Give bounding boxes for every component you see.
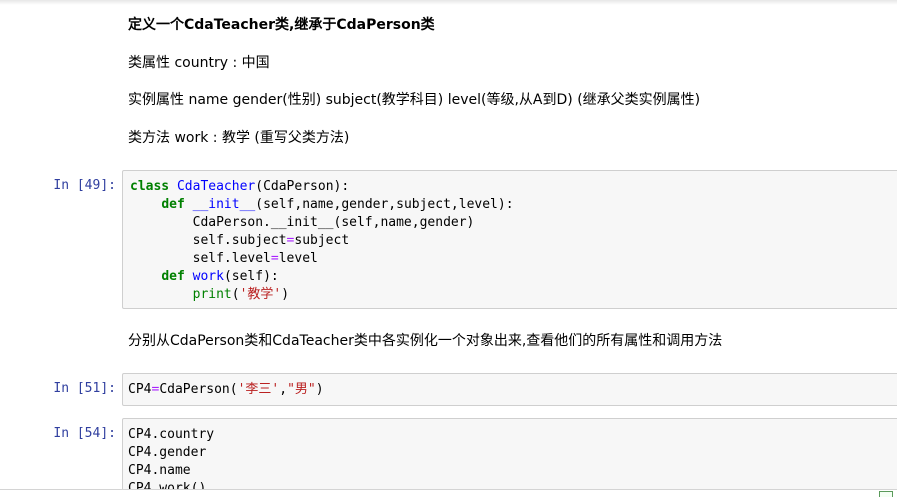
code-token: = bbox=[270, 251, 279, 266]
code-line: print('教学') bbox=[130, 286, 897, 304]
code-token: ( bbox=[231, 287, 240, 302]
code-token: '李三' bbox=[237, 382, 280, 397]
notebook-container: 定义一个CdaTeacher类,继承于CdaPerson类 类属性 countr… bbox=[0, 0, 897, 497]
code-line: CP4.country bbox=[128, 426, 897, 444]
code-token: print bbox=[192, 287, 232, 302]
code-token: (CdaPerson): bbox=[255, 179, 350, 194]
code-token: CdaPerson.__init__(self,name,gender) bbox=[130, 215, 475, 230]
code-line: def __init__(self,name,gender,subject,le… bbox=[130, 196, 897, 214]
code-line: self.subject=subject bbox=[130, 232, 897, 250]
code-token: , bbox=[279, 382, 288, 397]
code-line: def work(self): bbox=[130, 268, 897, 286]
code-token: def bbox=[161, 269, 185, 284]
header-shadow bbox=[0, 0, 897, 5]
code-cell-49[interactable]: class CdaTeacher(CdaPerson): def __init_… bbox=[122, 170, 897, 309]
code-line: self.level=level bbox=[130, 250, 897, 268]
markdown-class-method: 类方法 work : 教学 (重写父类方法) bbox=[128, 130, 350, 146]
code-token: self.level bbox=[130, 251, 271, 266]
code-editor-51[interactable]: CP4=CdaPerson('李三',"男") bbox=[128, 381, 897, 399]
code-token: '教学' bbox=[239, 287, 282, 302]
markdown-heading: 定义一个CdaTeacher类,继承于CdaPerson类 bbox=[128, 16, 435, 34]
code-token: self.subject bbox=[130, 233, 287, 248]
code-token: CdaTeacher bbox=[176, 179, 256, 194]
bottom-status-bar bbox=[0, 489, 897, 497]
code-cell-51[interactable]: CP4=CdaPerson('李三',"男") bbox=[122, 373, 897, 406]
code-token: __init__ bbox=[192, 197, 256, 212]
markdown-instantiate-note: 分别从CdaPerson类和CdaTeacher类中各实例化一个对象出来,查看他… bbox=[128, 333, 723, 349]
code-token: CP4.gender bbox=[128, 445, 207, 460]
code-token: work bbox=[192, 269, 224, 284]
code-token: CP4.name bbox=[128, 463, 191, 478]
code-token: level bbox=[278, 251, 318, 266]
code-token: "男" bbox=[287, 382, 316, 397]
code-line: CP4=CdaPerson('李三',"男") bbox=[128, 381, 897, 399]
heading-text: 定义一个CdaTeacher类,继承于CdaPerson类 bbox=[128, 17, 435, 33]
input-prompt-51: In [51]: bbox=[53, 381, 116, 396]
code-token: ) bbox=[281, 287, 290, 302]
code-token: (self): bbox=[223, 269, 279, 284]
code-line: CdaPerson.__init__(self,name,gender) bbox=[130, 214, 897, 232]
code-token: subject bbox=[294, 233, 350, 248]
markdown-class-attribute: 类属性 country : 中国 bbox=[128, 55, 270, 71]
code-editor-49[interactable]: class CdaTeacher(CdaPerson): def __init_… bbox=[130, 178, 897, 304]
code-token: ) bbox=[315, 382, 324, 397]
code-token: CdaPerson( bbox=[159, 382, 238, 397]
code-token: class bbox=[130, 179, 170, 194]
code-line: CP4.gender bbox=[128, 444, 897, 462]
code-cell-54[interactable]: CP4.countryCP4.genderCP4.nameCP4.work() bbox=[122, 418, 897, 497]
code-line: class CdaTeacher(CdaPerson): bbox=[130, 178, 897, 196]
input-prompt-49: In [49]: bbox=[53, 178, 116, 193]
code-token: def bbox=[161, 197, 185, 212]
markdown-instance-attribute: 实例属性 name gender(性别) subject(教学科目) level… bbox=[128, 92, 701, 108]
code-token: CP4 bbox=[128, 382, 152, 397]
input-prompt-54: In [54]: bbox=[53, 426, 116, 441]
code-token: (self,name,gender,subject,level): bbox=[255, 197, 514, 212]
resize-handle-icon[interactable] bbox=[879, 491, 893, 497]
code-token: CP4.country bbox=[128, 427, 215, 442]
code-editor-54[interactable]: CP4.countryCP4.genderCP4.nameCP4.work() bbox=[128, 426, 897, 497]
code-line: CP4.name bbox=[128, 462, 897, 480]
